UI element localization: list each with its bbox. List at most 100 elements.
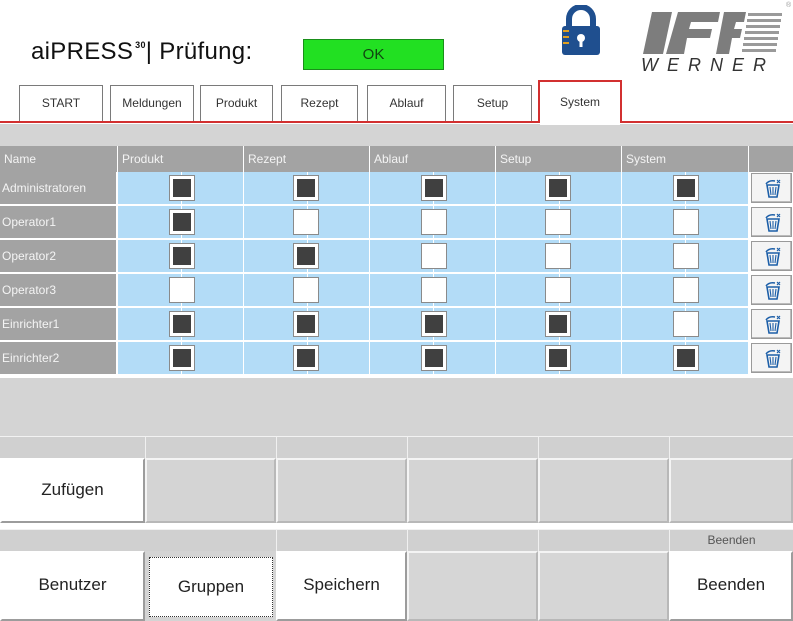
strip-cell: [407, 529, 538, 551]
delete-group-button[interactable]: [751, 309, 792, 339]
permission-checkbox[interactable]: [293, 209, 319, 235]
permission-checkbox[interactable]: [673, 243, 699, 269]
checkbox-fill: [297, 315, 315, 333]
trash-icon: [765, 179, 781, 198]
empty-button: [407, 551, 538, 621]
delete-group-button[interactable]: [751, 241, 792, 271]
empty-button: [276, 458, 407, 523]
permission-checkbox[interactable]: [545, 175, 571, 201]
permission-checkbox[interactable]: [421, 311, 447, 337]
permission-checkbox[interactable]: [293, 311, 319, 337]
add-button[interactable]: Zufügen: [0, 458, 145, 523]
strip-cell: [407, 436, 538, 458]
groups-button[interactable]: Gruppen: [149, 557, 273, 617]
permission-cell: [243, 342, 369, 374]
toolbar-band: [0, 124, 793, 146]
app-title: aiPRESS 30| Prüfung:: [31, 38, 252, 66]
header: aiPRESS 30| Prüfung: OK WERNER ®: [0, 0, 793, 82]
permission-cell: [495, 308, 621, 340]
users-button[interactable]: Benutzer: [0, 551, 145, 621]
checkbox-fill: [677, 179, 695, 197]
permission-checkbox[interactable]: [421, 175, 447, 201]
checkbox-fill: [173, 213, 191, 231]
checkbox-fill: [425, 349, 443, 367]
permission-checkbox[interactable]: [545, 311, 571, 337]
permission-checkbox[interactable]: [673, 277, 699, 303]
strip-cell: [538, 529, 669, 551]
strip-cell: [669, 436, 793, 458]
checkbox-fill: [173, 349, 191, 367]
permission-cell: [621, 172, 748, 204]
tab-start[interactable]: START: [19, 85, 103, 122]
strip-cell: [276, 529, 407, 551]
lock-icon[interactable]: [559, 5, 603, 57]
permission-checkbox[interactable]: [169, 277, 195, 303]
tab-rezept[interactable]: Rezept: [281, 85, 358, 122]
permission-checkbox[interactable]: [169, 209, 195, 235]
permission-checkbox[interactable]: [545, 277, 571, 303]
delete-group-button[interactable]: [751, 275, 792, 305]
permission-cell: [117, 274, 243, 306]
tab-system[interactable]: System: [538, 80, 622, 125]
permission-checkbox[interactable]: [421, 277, 447, 303]
permission-checkbox[interactable]: [673, 175, 699, 201]
group-name: Administratoren: [0, 172, 116, 204]
permission-checkbox[interactable]: [545, 345, 571, 371]
permission-cell: [621, 308, 748, 340]
delete-group-button[interactable]: [751, 207, 792, 237]
column-header-actions: [748, 146, 793, 172]
permission-checkbox[interactable]: [293, 277, 319, 303]
permission-cell: [369, 308, 495, 340]
checkbox-fill: [297, 349, 315, 367]
checkbox-fill: [173, 179, 191, 197]
trash-icon: [765, 281, 781, 300]
delete-cell: [748, 172, 793, 204]
permission-checkbox[interactable]: [169, 175, 195, 201]
group-name: Operator2: [0, 240, 116, 272]
empty-button: [145, 458, 276, 523]
tab-setup[interactable]: Setup: [453, 85, 532, 122]
permission-checkbox[interactable]: [421, 209, 447, 235]
permission-cell: [495, 274, 621, 306]
permission-checkbox[interactable]: [421, 345, 447, 371]
empty-button: [538, 551, 669, 621]
permission-cell: [117, 240, 243, 272]
permission-checkbox[interactable]: [169, 243, 195, 269]
checkbox-fill: [425, 179, 443, 197]
permission-checkbox[interactable]: [169, 311, 195, 337]
permission-checkbox[interactable]: [673, 345, 699, 371]
permission-checkbox[interactable]: [545, 209, 571, 235]
tab-meldungen[interactable]: Meldungen: [110, 85, 194, 122]
strip-cell: [538, 436, 669, 458]
tab-produkt[interactable]: Produkt: [200, 85, 273, 122]
permission-cell: [621, 240, 748, 272]
delete-cell: [748, 206, 793, 238]
permission-checkbox[interactable]: [673, 209, 699, 235]
permission-cell: [369, 206, 495, 238]
permission-checkbox[interactable]: [673, 311, 699, 337]
permission-checkbox[interactable]: [293, 175, 319, 201]
delete-group-button[interactable]: [751, 173, 792, 203]
checkbox-fill: [677, 349, 695, 367]
tab-ablauf[interactable]: Ablauf: [367, 85, 446, 122]
permission-cell: [495, 172, 621, 204]
delete-group-button[interactable]: [751, 343, 792, 373]
button-strip-1: [0, 436, 793, 458]
trash-icon: [765, 349, 781, 368]
permission-checkbox[interactable]: [293, 345, 319, 371]
permission-checkbox[interactable]: [169, 345, 195, 371]
save-button[interactable]: Speichern: [276, 551, 407, 621]
app-name: aiPRESS: [31, 38, 134, 65]
exit-button[interactable]: Beenden: [669, 551, 793, 621]
permission-checkbox[interactable]: [293, 243, 319, 269]
permission-cell: [621, 342, 748, 374]
permission-checkbox[interactable]: [421, 243, 447, 269]
empty-button: [407, 458, 538, 523]
permission-checkbox[interactable]: [545, 243, 571, 269]
strip-cell: [0, 436, 145, 458]
tab-underline: [0, 121, 793, 123]
group-name: Einrichter2: [0, 342, 116, 374]
permission-cell: [621, 274, 748, 306]
checkbox-fill: [173, 315, 191, 333]
title-suffix: | Prüfung:: [145, 38, 253, 65]
